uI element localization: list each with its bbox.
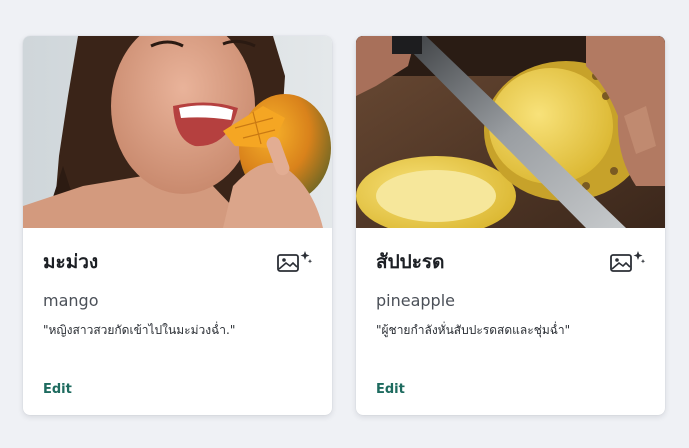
card-caption: "หญิงสาวสวยกัดเข้าไปในมะม่วงฉ่ำ.": [43, 323, 236, 337]
image-sparkle-icon: [277, 251, 313, 272]
generate-image-button[interactable]: [610, 250, 646, 274]
card-caption: "ผู้ชายกำลังหั่นสับปะรดสดและชุ่มฉ่ำ": [376, 323, 571, 337]
generate-image-button[interactable]: [277, 250, 313, 274]
card-mango: มะม่วง mango "หญิงสาวสวยกัดเข้าไปในมะม่ว…: [23, 36, 332, 415]
edit-link[interactable]: Edit: [43, 381, 72, 399]
card-photo-mango: [23, 36, 332, 228]
image-sparkle-icon: [610, 251, 646, 272]
edit-link[interactable]: Edit: [376, 381, 405, 399]
card-subtitle: pineapple: [376, 291, 455, 310]
card-title: มะม่วง: [43, 251, 99, 273]
cards-grid: มะม่วง mango "หญิงสาวสวยกัดเข้าไปในมะม่ว…: [0, 0, 689, 448]
card-subtitle: mango: [43, 291, 99, 310]
card-pineapple: สัปปะรด pineapple "ผู้ชายกำลังหั่นสับปะร…: [356, 36, 665, 415]
card-title: สัปปะรด: [376, 251, 445, 273]
card-photo-pineapple: [356, 36, 665, 228]
